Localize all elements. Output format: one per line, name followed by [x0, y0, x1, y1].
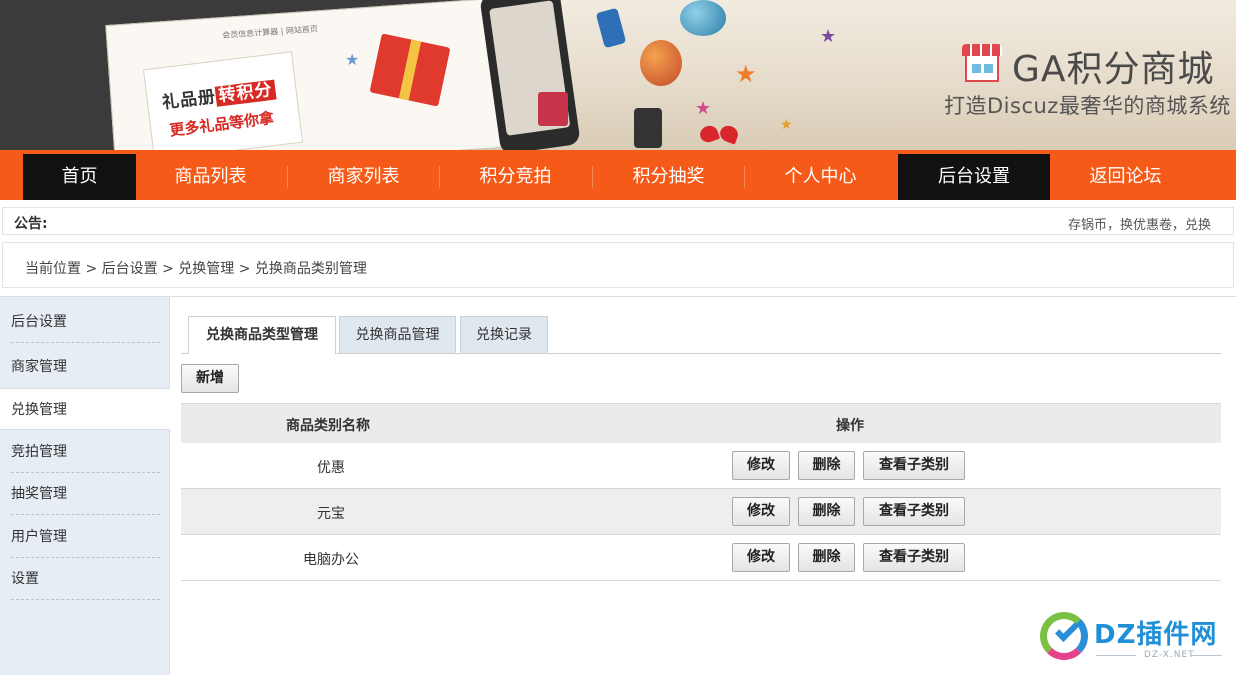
site-subtitle: 打造Discuz最奢华的商城系统: [944, 94, 1231, 118]
announcement-bar: 公告: 存锅币，换优惠卷，兑换: [2, 207, 1234, 235]
column-header-actions: 操作: [836, 418, 864, 434]
shop-store-icon: [962, 44, 1002, 84]
nav-divider: [287, 166, 288, 188]
nav-item-merchants[interactable]: 商家列表: [307, 154, 420, 200]
tab-divider: [181, 353, 1221, 354]
ribbon-bow-icon: [700, 122, 740, 148]
tab-goods-manage[interactable]: 兑换商品管理: [339, 316, 456, 353]
header-banner: 会员信息计算器 | 网站首页 礼品册转积分 更多礼品等你拿 ★ ★ ★ ★ ★ …: [0, 0, 1236, 150]
view-subcategories-button[interactable]: 查看子类别: [863, 543, 965, 572]
screen-note: 会员信息计算器 | 网站首页: [221, 24, 319, 41]
nav-item-auction[interactable]: 积分竞拍: [459, 154, 572, 200]
star-icon: ★: [345, 50, 360, 69]
table-header: 商品类别名称 操作: [181, 403, 1221, 443]
device-icon: [595, 7, 627, 49]
category-name: 电脑办公: [303, 552, 359, 568]
star-icon: ★: [735, 60, 757, 88]
announcement-text[interactable]: 存锅币，换优惠卷，兑换: [1068, 214, 1223, 233]
main-nav: 首页 商品列表 商家列表 积分竞拍 积分抽奖 个人中心 后台设置 返回论坛: [0, 150, 1236, 200]
nav-item-admin[interactable]: 后台设置: [898, 154, 1050, 200]
nav-item-profile[interactable]: 个人中心: [764, 154, 877, 200]
nav-divider: [744, 166, 745, 188]
delete-button[interactable]: 删除: [798, 497, 855, 526]
star-icon: ★: [820, 26, 837, 47]
sidebar-item-label: 抽奖管理: [11, 486, 67, 502]
view-subcategories-button[interactable]: 查看子类别: [863, 497, 965, 526]
watermark-logo: DZ插件网 DZ-X.NET: [1040, 610, 1230, 666]
breadcrumb-text[interactable]: 当前位置 > 后台设置 > 兑换管理 > 兑换商品类别管理: [25, 258, 367, 278]
nav-item-lottery[interactable]: 积分抽奖: [612, 154, 725, 200]
balloon-icon: [680, 0, 726, 36]
tab-exchange-records[interactable]: 兑换记录: [460, 316, 548, 353]
table-row: 电脑办公 修改 删除 查看子类别: [181, 535, 1221, 581]
nav-divider: [439, 166, 440, 188]
gift-card-highlight: 转积分: [214, 79, 277, 107]
nav-item-products[interactable]: 商品列表: [154, 154, 267, 200]
sidebar-item-lottery[interactable]: 抽奖管理: [0, 473, 170, 515]
sidebar-item-label: 商家管理: [11, 359, 67, 375]
gift-card-slogan: 更多礼品等你拿: [168, 108, 275, 140]
star-icon: ★: [780, 117, 793, 133]
balloon-icon: [640, 40, 682, 86]
table-row: 优惠 修改 删除 查看子类别: [181, 443, 1221, 489]
gift-card-illustration: 礼品册转积分 更多礼品等你拿: [142, 51, 304, 150]
gift-card-prefix: 礼品册: [161, 86, 218, 114]
column-header-name: 商品类别名称: [286, 418, 370, 434]
category-name: 元宝: [317, 506, 345, 522]
watermark-title: DZ插件网: [1094, 620, 1218, 650]
sidebar-header-label: 后台设置: [11, 314, 67, 330]
nav-divider: [592, 166, 593, 188]
tab-category-manage[interactable]: 兑换商品类型管理: [188, 316, 336, 354]
site-title: GA积分商城: [1012, 49, 1215, 90]
sidebar-item-label: 用户管理: [11, 529, 67, 545]
cup-icon: [538, 92, 568, 126]
sidebar-item-label: 设置: [11, 571, 39, 587]
sidebar-item-users[interactable]: 用户管理: [0, 516, 170, 558]
sidebar-item-merchants[interactable]: 商家管理: [0, 346, 170, 388]
table-row: 元宝 修改 删除 查看子类别: [181, 489, 1221, 535]
view-subcategories-button[interactable]: 查看子类别: [863, 451, 965, 480]
edit-button[interactable]: 修改: [732, 451, 790, 480]
category-name: 优惠: [317, 460, 345, 476]
star-icon: ★: [695, 98, 712, 119]
sidebar-item-label: 竞拍管理: [11, 444, 67, 460]
sidebar-header: 后台设置: [0, 301, 170, 343]
announcement-label: 公告:: [14, 216, 48, 232]
add-button[interactable]: 新增: [181, 364, 239, 393]
watermark-rule: [1190, 655, 1222, 656]
nav-item-back-forum[interactable]: 返回论坛: [1069, 154, 1182, 200]
sidebar-item-label: 兑换管理: [11, 402, 67, 418]
sidebar-item-settings[interactable]: 设置: [0, 558, 170, 600]
sidebar-item-auction[interactable]: 竞拍管理: [0, 431, 170, 473]
delete-button[interactable]: 删除: [798, 543, 855, 572]
delete-button[interactable]: 删除: [798, 451, 855, 480]
breadcrumb: 当前位置 > 后台设置 > 兑换管理 > 兑换商品类别管理: [2, 242, 1234, 288]
nav-item-home[interactable]: 首页: [23, 154, 136, 200]
watermark-subtitle: DZ-X.NET: [1144, 650, 1195, 660]
edit-button[interactable]: 修改: [732, 543, 790, 572]
edit-button[interactable]: 修改: [732, 497, 790, 526]
admin-sidebar: 后台设置 商家管理 兑换管理 竞拍管理 抽奖管理 用户管理 设置: [0, 297, 171, 675]
sidebar-item-exchange[interactable]: 兑换管理: [0, 388, 171, 430]
watermark-rule: [1096, 655, 1136, 656]
smartphone-icon: [634, 108, 662, 148]
